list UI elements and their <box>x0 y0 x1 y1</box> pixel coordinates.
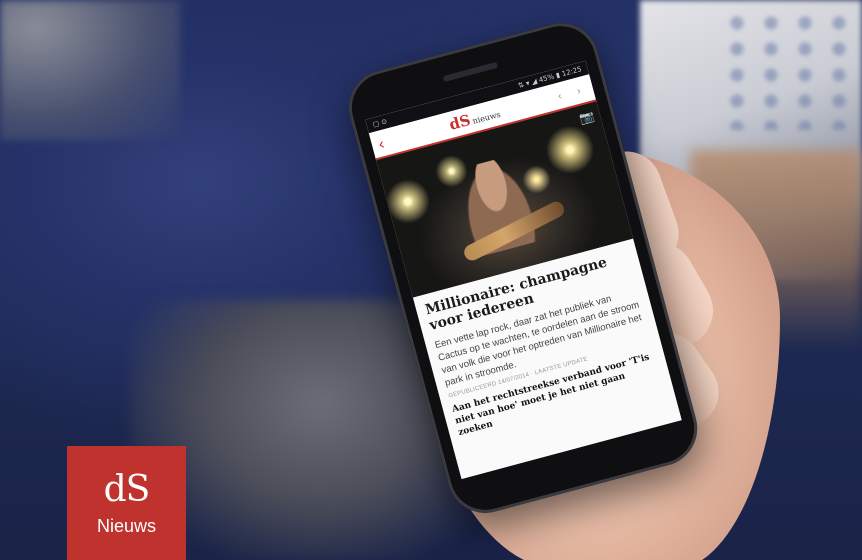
photo-scene: ▢ ⊙ ⇅ ▾ ◢ 45% ▮ 12:25 ‹ dS nieuws ‹ › 📷 … <box>0 0 862 560</box>
brand-logo-word: nieuws <box>471 109 502 126</box>
logo-word: Nieuws <box>96 516 157 536</box>
ds-nieuws-logo: dS Nieuws <box>67 446 186 560</box>
background-blur-top-left <box>0 0 180 140</box>
camera-icon[interactable]: 📷 <box>578 109 596 126</box>
background-curtain-pattern <box>720 10 850 130</box>
prev-next-arrows-icon[interactable]: ‹ › <box>546 82 589 105</box>
brand-logo-mark: dS <box>447 110 473 134</box>
logo-mark: dS <box>103 469 151 510</box>
phone-speaker <box>442 61 499 83</box>
back-arrow-icon[interactable]: ‹ <box>376 129 404 153</box>
